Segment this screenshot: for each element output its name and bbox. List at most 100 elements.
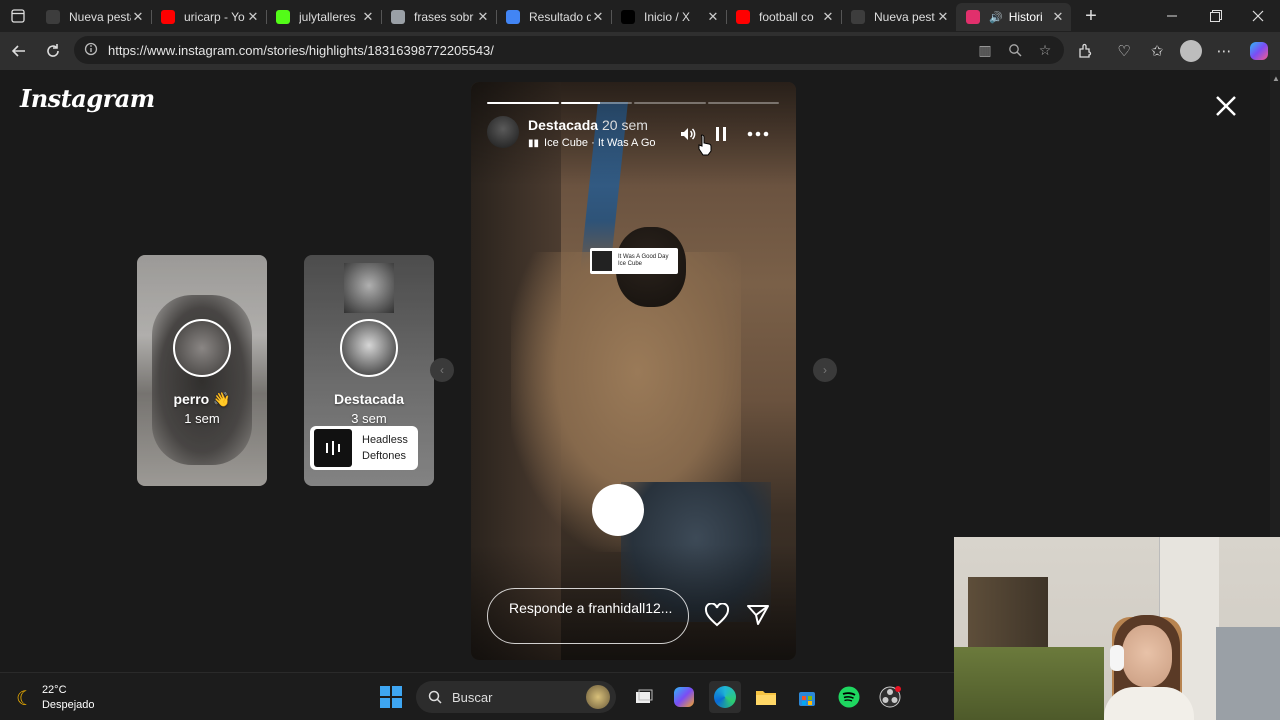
close-tab-icon[interactable]: ✕ bbox=[361, 9, 375, 25]
browser-tab[interactable]: 🔊 Histori ✕ bbox=[956, 3, 1071, 31]
progress-segment bbox=[487, 102, 559, 104]
close-tab-icon[interactable]: ✕ bbox=[591, 9, 605, 25]
preview-name: Destacada bbox=[333, 391, 405, 407]
file-explorer-icon[interactable] bbox=[750, 681, 782, 713]
task-view-icon[interactable] bbox=[628, 681, 660, 713]
story-progress-bar bbox=[487, 102, 779, 104]
copilot-icon[interactable] bbox=[1244, 36, 1274, 66]
tab-title: Resultado d bbox=[529, 10, 591, 24]
extensions-icon[interactable] bbox=[1070, 36, 1100, 66]
site-info-icon[interactable] bbox=[84, 42, 98, 59]
music-bars-icon: ▮▮ bbox=[528, 137, 540, 149]
instagram-logo[interactable]: Instagram bbox=[20, 84, 155, 113]
close-tab-icon[interactable]: ✕ bbox=[131, 9, 145, 25]
profile-avatar[interactable] bbox=[1176, 36, 1206, 66]
back-button[interactable] bbox=[2, 36, 36, 66]
close-tab-icon[interactable]: ✕ bbox=[936, 9, 950, 25]
browser-tab[interactable]: Nueva pesta ✕ bbox=[36, 3, 152, 31]
reply-input[interactable]: Responde a franhidall12... bbox=[487, 588, 689, 644]
browser-tab[interactable]: uricarp - Yo ✕ bbox=[151, 3, 267, 31]
kick-icon bbox=[276, 10, 290, 24]
pause-icon[interactable] bbox=[709, 122, 733, 146]
zoom-icon[interactable] bbox=[1000, 36, 1030, 64]
store-icon[interactable] bbox=[791, 681, 823, 713]
tab-title: Nueva pesta bbox=[69, 10, 131, 24]
story-preview-card[interactable]: Destacada 3 sem Headless Deftones bbox=[304, 255, 434, 486]
album-art bbox=[314, 429, 352, 467]
tab-strip: Nueva pesta ✕ uricarp - Yo ✕ julytalleres ✕ fr… bbox=[0, 0, 1280, 32]
tab-audio-icon[interactable]: 🔊 bbox=[989, 11, 1003, 24]
minimize-button[interactable] bbox=[1150, 0, 1194, 32]
share-send-icon[interactable] bbox=[743, 600, 773, 630]
close-tab-icon[interactable]: ✕ bbox=[1051, 9, 1065, 25]
close-tab-icon[interactable]: ✕ bbox=[821, 9, 835, 25]
url-text: https://www.instagram.com/stories/highli… bbox=[108, 42, 494, 58]
x-logo-icon bbox=[621, 10, 635, 24]
sticker-song-artist: Ice Cube bbox=[618, 261, 643, 267]
tab-actions-button[interactable] bbox=[0, 0, 36, 32]
progress-segment bbox=[560, 102, 632, 104]
story-frame[interactable]: Destacada 20 sem ▮▮ Ice Cube · It Was A … bbox=[471, 82, 796, 660]
story-song[interactable]: ▮▮ Ice Cube · It Was A Go bbox=[528, 137, 668, 149]
globe-icon bbox=[391, 10, 405, 24]
close-window-button[interactable] bbox=[1236, 0, 1280, 32]
close-story-button[interactable] bbox=[1208, 88, 1244, 124]
story-preview-card[interactable]: perro 👋 1 sem bbox=[137, 255, 267, 486]
browser-tab[interactable]: frases sobr ✕ bbox=[381, 3, 497, 31]
mouse-cursor-icon bbox=[698, 134, 712, 161]
more-options-icon[interactable] bbox=[746, 122, 770, 146]
temperature: 22°C bbox=[41, 684, 67, 696]
tab-title: uricarp - Yo bbox=[184, 10, 245, 24]
favorite-star-icon[interactable]: ☆ bbox=[1030, 36, 1060, 64]
tab-title: frases sobr bbox=[414, 10, 474, 24]
start-button[interactable] bbox=[375, 681, 407, 713]
search-label: Buscar bbox=[452, 689, 493, 705]
tab-title: Histori bbox=[1008, 10, 1043, 24]
search-icon bbox=[428, 690, 442, 704]
story-avatar[interactable] bbox=[487, 116, 519, 148]
weather-condition: Despejado bbox=[41, 699, 95, 711]
browser-tab[interactable]: Nueva pest ✕ bbox=[841, 3, 957, 31]
browser-essentials-icon[interactable]: ♡ bbox=[1109, 36, 1139, 66]
reader-view-icon[interactable]: ▥ bbox=[970, 36, 1000, 64]
preview-time: 3 sem bbox=[351, 411, 387, 426]
browser-tab[interactable]: football co ✕ bbox=[726, 3, 842, 31]
taskbar-search[interactable]: Buscar bbox=[416, 681, 616, 713]
emoji-reaction-sticker[interactable]: 😴 bbox=[592, 484, 644, 536]
close-tab-icon[interactable]: ✕ bbox=[246, 9, 260, 25]
close-tab-icon[interactable]: ✕ bbox=[706, 9, 720, 25]
song-sticker[interactable]: It Was A Good Day Ice Cube bbox=[590, 248, 678, 274]
weather-widget[interactable]: ☾ 22°C Despejado bbox=[16, 683, 95, 713]
browser-tab[interactable]: Resultado d ✕ bbox=[496, 3, 612, 31]
copilot-taskbar-icon[interactable] bbox=[668, 681, 700, 713]
obs-recording-icon[interactable] bbox=[874, 681, 906, 713]
browser-tab[interactable]: julytalleres ✕ bbox=[266, 3, 382, 31]
reload-button[interactable] bbox=[36, 36, 70, 66]
new-tab-button[interactable]: + bbox=[1075, 2, 1107, 30]
tab-title: Nueva pest bbox=[874, 10, 935, 24]
edge-browser-icon[interactable] bbox=[709, 681, 741, 713]
next-story-arrow[interactable]: › bbox=[813, 358, 837, 382]
previous-story-arrow[interactable]: ‹ bbox=[430, 358, 454, 382]
more-menu-icon[interactable]: ⋯ bbox=[1209, 36, 1239, 66]
spotify-icon[interactable] bbox=[833, 681, 865, 713]
song-title: Headless bbox=[362, 434, 408, 446]
close-tab-icon[interactable]: ✕ bbox=[476, 9, 490, 25]
search-highlight-icon bbox=[586, 685, 610, 709]
instagram-icon bbox=[966, 10, 980, 24]
tab-title: julytalleres bbox=[299, 10, 356, 24]
moon-icon: ☾ bbox=[16, 687, 34, 710]
preview-avatar bbox=[340, 319, 398, 377]
address-bar[interactable]: https://www.instagram.com/stories/highli… bbox=[74, 36, 1064, 64]
sticker-song-title: It Was A Good Day bbox=[618, 254, 669, 260]
progress-segment bbox=[634, 102, 706, 104]
youtube-icon bbox=[736, 10, 750, 24]
youtube-icon bbox=[161, 10, 175, 24]
story-username[interactable]: Destacada bbox=[528, 117, 598, 133]
restore-button[interactable] bbox=[1194, 0, 1238, 32]
volume-icon[interactable] bbox=[676, 122, 700, 146]
like-heart-icon[interactable] bbox=[702, 600, 732, 630]
favorites-icon[interactable]: ✩ bbox=[1142, 36, 1172, 66]
tab-title: football co bbox=[759, 10, 814, 24]
browser-tab[interactable]: Inicio / X ✕ bbox=[611, 3, 727, 31]
